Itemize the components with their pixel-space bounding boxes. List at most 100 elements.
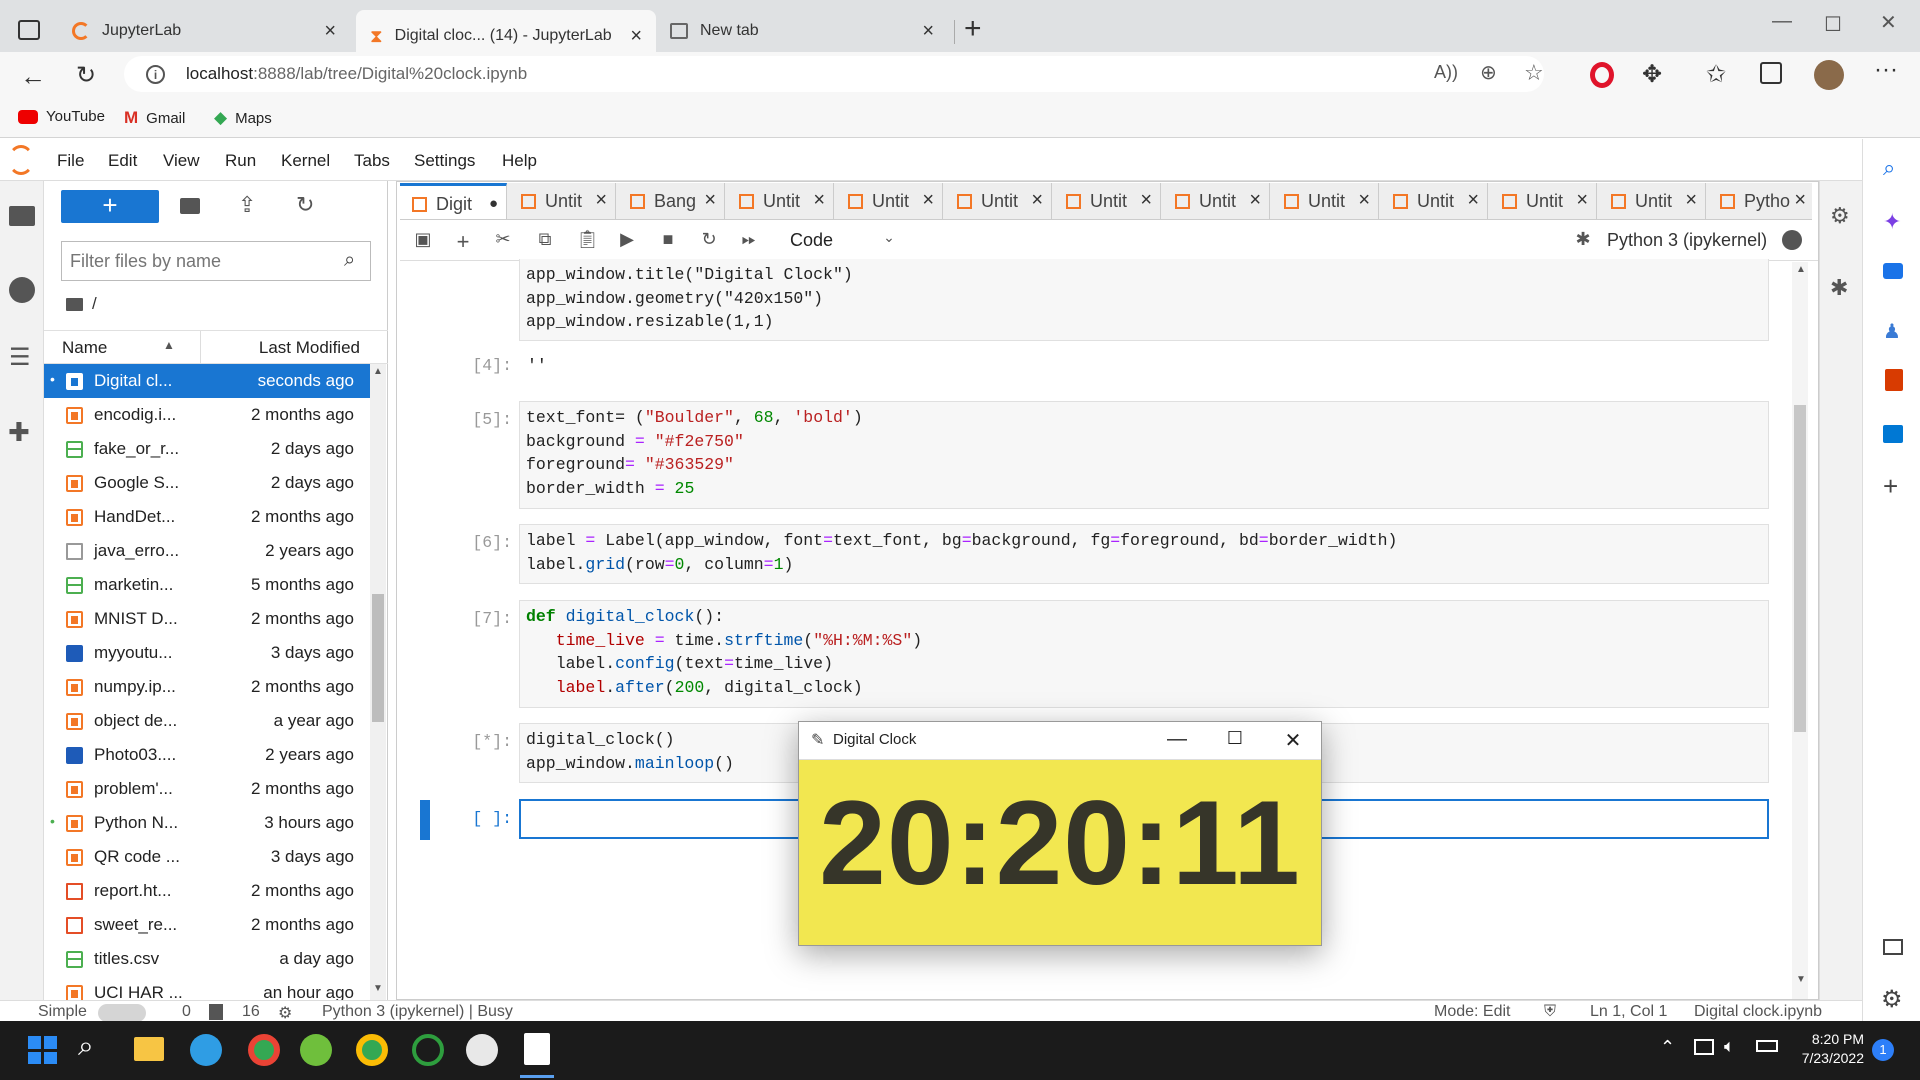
file-row[interactable]: object de... a year ago — [44, 704, 372, 738]
notebook-tab[interactable]: Untit × — [1272, 183, 1379, 219]
notebook-tab[interactable]: Untit × — [727, 183, 834, 219]
outlook-icon[interactable] — [1883, 425, 1903, 443]
clock-titlebar[interactable]: ✎ Digital Clock — ☐ ✕ — [799, 722, 1321, 760]
loading-app-icon[interactable] — [412, 1034, 444, 1066]
notebook-tab[interactable]: Untit × — [836, 183, 943, 219]
file-list-scroll-thumb[interactable] — [372, 594, 384, 722]
close-tab-icon[interactable]: × — [922, 20, 934, 43]
file-row[interactable]: sweet_re... 2 months ago — [44, 908, 372, 942]
back-icon[interactable]: ← — [20, 61, 46, 92]
fast-forward-icon[interactable]: ⏩︎ — [738, 229, 760, 251]
close-tab-icon[interactable]: × — [630, 25, 642, 48]
scroll-down-icon[interactable]: ▼ — [1796, 974, 1806, 985]
search-icon[interactable]: ⌕ — [78, 1030, 118, 1070]
profile-avatar[interactable] — [1814, 60, 1844, 90]
file-row[interactable]: Google S... 2 days ago — [44, 466, 372, 500]
code-cell-7[interactable]: def digital_clock(): time_live = time.st… — [519, 600, 1769, 708]
close-tab-icon[interactable]: × — [1467, 189, 1479, 212]
sort-ascending-icon[interactable]: ▲ — [163, 338, 175, 352]
stop-icon[interactable]: ■ — [657, 229, 679, 251]
close-tab-icon[interactable]: × — [704, 189, 716, 212]
breadcrumb-path[interactable]: / — [92, 294, 97, 314]
read-aloud-icon[interactable]: A)) — [1434, 62, 1458, 83]
close-tab-icon[interactable]: × — [922, 189, 934, 212]
favorites-icon[interactable]: ✩ — [1706, 60, 1726, 89]
close-tab-icon[interactable]: × — [1358, 189, 1370, 212]
cursor-position[interactable]: Ln 1, Col 1 — [1590, 1003, 1667, 1021]
folder-breadcrumb-icon[interactable] — [66, 298, 83, 311]
bug-icon[interactable]: ✱ — [1572, 229, 1594, 251]
notebook-scroll-thumb[interactable] — [1794, 405, 1806, 732]
browser-tab-jupyterlab[interactable]: JupyterLab × — [58, 10, 350, 52]
file-row[interactable]: Photo03.... 2 years ago — [44, 738, 372, 772]
paste-icon[interactable]: 📋︎ — [576, 229, 599, 251]
clock-maximize-button[interactable]: ☐ — [1223, 728, 1247, 752]
imo-icon[interactable] — [466, 1034, 498, 1066]
new-launcher-button[interactable]: + — [61, 190, 159, 223]
close-tab-icon[interactable]: × — [813, 189, 825, 212]
volume-icon[interactable]: 🔈︎ — [1724, 1036, 1735, 1057]
toc-icon[interactable]: ☰ — [9, 343, 31, 372]
current-file[interactable]: Digital clock.ipynb — [1694, 1003, 1822, 1021]
refresh-files-icon[interactable]: ↻ — [296, 192, 314, 218]
kernels-count[interactable]: 16 — [242, 1003, 260, 1021]
site-info-icon[interactable]: i — [146, 65, 165, 84]
close-tab-icon[interactable]: × — [1576, 189, 1588, 212]
taskbar-clock[interactable]: 8:20 PM 7/23/2022 — [1788, 1030, 1864, 1068]
close-tab-icon[interactable]: × — [1031, 189, 1043, 212]
bookmark-gmail[interactable]: M Gmail — [124, 108, 185, 128]
file-row[interactable]: encodig.i... 2 months ago — [44, 398, 372, 432]
clock-minimize-button[interactable]: — — [1165, 728, 1189, 752]
file-row[interactable]: java_erro... 2 years ago — [44, 534, 372, 568]
add-sidebar-icon[interactable]: + — [1883, 471, 1898, 502]
browser-tab-new[interactable]: New tab × — [656, 10, 948, 52]
close-tab-icon[interactable]: × — [1685, 189, 1697, 212]
scroll-up-icon[interactable]: ▲ — [1796, 264, 1806, 275]
opera-extension-icon[interactable] — [1590, 62, 1614, 88]
search-icon[interactable]: ⌕ — [344, 249, 355, 272]
notebook-tab[interactable]: Bang × — [618, 183, 725, 219]
zoom-icon[interactable]: ⊕ — [1480, 60, 1497, 85]
tab-actions-icon[interactable] — [18, 20, 40, 40]
file-explorer-icon[interactable] — [134, 1037, 164, 1061]
window-maximize-button[interactable]: ☐ — [1824, 12, 1842, 37]
simple-mode-toggle[interactable] — [98, 1004, 146, 1021]
run-icon[interactable]: ▶ — [616, 229, 638, 251]
column-name[interactable]: Name — [62, 338, 107, 358]
menu-run[interactable]: Run — [225, 151, 256, 171]
file-row[interactable]: HandDet... 2 months ago — [44, 500, 372, 534]
restart-icon[interactable]: ↻ — [698, 229, 720, 251]
window-close-button[interactable]: ✕ — [1880, 10, 1897, 35]
new-tab-button[interactable]: + — [964, 12, 982, 46]
file-row[interactable]: titles.csv a day ago — [44, 942, 372, 976]
cut-icon[interactable]: ✂ — [492, 229, 514, 251]
filter-files-input[interactable] — [70, 243, 330, 279]
notification-badge[interactable]: 1 — [1872, 1039, 1894, 1061]
file-row[interactable]: problem'... 2 months ago — [44, 772, 372, 806]
code-cell-6[interactable]: label = Label(app_window, font=text_font… — [519, 524, 1769, 584]
insert-cell-icon[interactable]: + — [452, 229, 474, 254]
chevron-up-icon[interactable]: ⌃ — [1660, 1037, 1675, 1058]
collections-icon[interactable] — [1760, 62, 1782, 84]
office-icon[interactable] — [1885, 369, 1903, 391]
more-menu-icon[interactable]: ··· — [1874, 56, 1898, 84]
kernel-status[interactable]: Python 3 (ipykernel) | Busy — [322, 1003, 513, 1021]
property-inspector-icon[interactable]: ⚙ — [1830, 203, 1850, 229]
notebook-tab[interactable]: Untit × — [1381, 183, 1488, 219]
notebook-tab[interactable]: Untit × — [945, 183, 1052, 219]
file-row[interactable]: marketin... 5 months ago — [44, 568, 372, 602]
close-tab-icon[interactable]: × — [1249, 189, 1261, 212]
close-tab-icon[interactable]: × — [324, 20, 336, 43]
menu-settings[interactable]: Settings — [414, 151, 475, 171]
chrome-icon[interactable] — [248, 1034, 280, 1066]
bookmark-maps[interactable]: ◆ Maps — [214, 108, 272, 128]
notebook-tab[interactable]: Pytho × — [1708, 183, 1812, 219]
notebook-tab[interactable]: Untit × — [1054, 183, 1161, 219]
copy-icon[interactable]: ⧉ — [534, 229, 556, 251]
file-row[interactable]: • Digital cl... seconds ago — [44, 364, 372, 398]
extensions-icon[interactable]: ✥ — [1642, 60, 1662, 89]
file-row[interactable]: myyoutu... 3 days ago — [44, 636, 372, 670]
notebook-tab[interactable]: Untit × — [1490, 183, 1597, 219]
url-text[interactable]: localhost:8888/lab/tree/Digital%20clock.… — [186, 64, 527, 84]
digital-clock-window[interactable]: ✎ Digital Clock — ☐ ✕ 20:20:11 — [798, 721, 1322, 946]
